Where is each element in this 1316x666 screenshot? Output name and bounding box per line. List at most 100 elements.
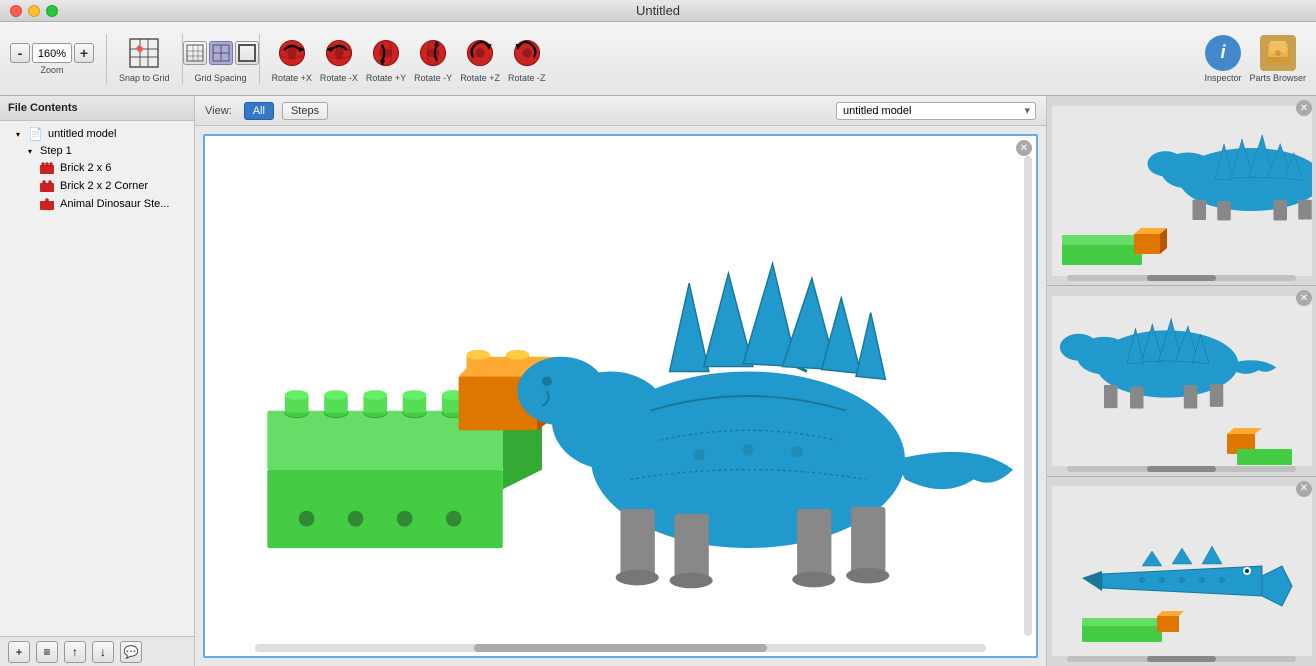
brick-icon-1 <box>40 161 56 175</box>
viewport-scrollbar-h[interactable] <box>255 644 986 652</box>
zoom-value: 160% <box>32 43 72 63</box>
panel-scrollbar-2[interactable] <box>1067 466 1296 472</box>
panel-content-2 <box>1047 286 1316 475</box>
panel-section-2: ✕ <box>1047 286 1316 476</box>
zoom-plus-button[interactable]: + <box>74 43 94 63</box>
panel-section-1: ✕ <box>1047 96 1316 286</box>
tree-brick1-label: Brick 2 x 6 <box>60 162 111 174</box>
add-button[interactable]: + <box>8 641 30 663</box>
move-down-button[interactable]: ↓ <box>92 641 114 663</box>
rotate-nx-label: Rotate -X <box>320 73 358 83</box>
panel-scrollbar-3[interactable] <box>1067 656 1296 662</box>
rotate-py-button[interactable]: Rotate +Y <box>366 35 406 83</box>
grid-large-icon[interactable] <box>235 41 259 65</box>
rotate-px-label: Rotate +X <box>272 73 312 83</box>
panel-scrollbar-thumb-2 <box>1147 466 1216 472</box>
model-selector[interactable]: untitled model <box>836 102 1036 120</box>
viewport-close-button[interactable]: ✕ <box>1016 140 1032 156</box>
panel-scrollbar-thumb-1 <box>1147 275 1216 281</box>
titlebar: Untitled <box>0 0 1316 22</box>
grid-spacing-button[interactable]: Grid Spacing <box>195 35 247 83</box>
comment-button[interactable]: 💬 <box>120 641 142 663</box>
inspector-icon: i <box>1205 35 1241 71</box>
zoom-group: - 160% + Zoom <box>10 43 94 75</box>
panel-scrollbar-1[interactable] <box>1067 275 1296 281</box>
panel-svg-1 <box>1052 106 1312 276</box>
move-up-button[interactable]: ↑ <box>64 641 86 663</box>
panel-svg-2 <box>1052 296 1312 466</box>
brick-icon-2 <box>40 179 56 193</box>
rotate-nx-button[interactable]: Rotate -X <box>320 35 358 83</box>
tree-item-step1[interactable]: ▾ Step 1 <box>0 143 194 159</box>
toolbar: - 160% + Zoom Snap to Grid <box>0 22 1316 96</box>
rotate-ny-button[interactable]: Rotate -Y <box>414 35 452 83</box>
viewport-scrollbar-thumb <box>474 644 766 652</box>
rotate-py-label: Rotate +Y <box>366 73 406 83</box>
rotate-px-icon <box>274 35 310 71</box>
rotate-nz-button[interactable]: Rotate -Z <box>508 35 546 83</box>
rotate-nz-icon <box>509 35 545 71</box>
viewport-scrollbar-v[interactable] <box>1024 156 1032 636</box>
zoom-minus-button[interactable]: - <box>10 43 30 63</box>
parts-browser-icon <box>1260 35 1296 71</box>
inspector-button[interactable]: i Inspector <box>1204 35 1241 83</box>
rotate-nx-icon <box>321 35 357 71</box>
close-button[interactable] <box>10 5 22 17</box>
tree-item-dino[interactable]: Animal Dinosaur Ste... <box>0 195 194 213</box>
tree-item-brick2[interactable]: Brick 2 x 2 Corner <box>0 177 194 195</box>
view-all-button[interactable]: All <box>244 102 274 120</box>
tree-model-label: untitled model <box>48 128 117 140</box>
scene-svg <box>205 136 1036 656</box>
rotate-nz-label: Rotate -Z <box>508 73 546 83</box>
divider-1 <box>106 34 107 84</box>
snap-to-grid-label: Snap to Grid <box>119 73 170 83</box>
sidebar-header: File Contents <box>0 96 194 121</box>
panel-scrollbar-thumb-3 <box>1147 656 1216 662</box>
panel-content-3 <box>1047 477 1316 666</box>
model-selector-wrap: untitled model <box>836 102 1036 120</box>
tree-brick2-label: Brick 2 x 2 Corner <box>60 180 148 192</box>
grid-spacing-label: Grid Spacing <box>195 73 247 83</box>
titlebar-controls <box>10 5 58 17</box>
rotate-px-button[interactable]: Rotate +X <box>272 35 312 83</box>
inspector-label: Inspector <box>1204 73 1241 83</box>
canvas-toolbar: View: All Steps untitled model <box>195 96 1046 126</box>
grid-small-icon[interactable] <box>183 41 207 65</box>
rotate-py-icon <box>368 35 404 71</box>
maximize-button[interactable] <box>46 5 58 17</box>
canvas-area: View: All Steps untitled model ✕ <box>195 96 1046 666</box>
menu-button[interactable]: ≡ <box>36 641 58 663</box>
tree-arrow: ▾ <box>16 130 28 139</box>
rotate-pz-label: Rotate +Z <box>460 73 500 83</box>
panel-svg-3 <box>1052 486 1312 656</box>
snap-to-grid-button[interactable]: Snap to Grid <box>119 35 170 83</box>
panel-close-1[interactable]: ✕ <box>1296 100 1312 116</box>
rotate-pz-button[interactable]: Rotate +Z <box>460 35 500 83</box>
sidebar: File Contents ▾ 📄 untitled model ▾ Step … <box>0 96 195 666</box>
sidebar-footer: + ≡ ↑ ↓ 💬 <box>0 636 194 666</box>
tree-item-model[interactable]: ▾ 📄 untitled model <box>0 125 194 143</box>
parts-browser-button[interactable]: Parts Browser <box>1249 35 1306 83</box>
app-title: Untitled <box>636 3 680 18</box>
tree-arrow-step: ▾ <box>28 147 40 156</box>
main-content: File Contents ▾ 📄 untitled model ▾ Step … <box>0 96 1316 666</box>
zoom-label: Zoom <box>40 65 63 75</box>
minimize-button[interactable] <box>28 5 40 17</box>
panel-section-3: ✕ <box>1047 477 1316 666</box>
rotate-pz-icon <box>462 35 498 71</box>
dino-icon <box>40 197 56 211</box>
file-icon: 📄 <box>28 127 44 141</box>
panel-close-3[interactable]: ✕ <box>1296 481 1312 497</box>
snap-to-grid-icon <box>126 35 162 71</box>
zoom-controls: - 160% + <box>10 43 94 63</box>
rotate-ny-label: Rotate -Y <box>414 73 452 83</box>
sidebar-tree: ▾ 📄 untitled model ▾ Step 1 <box>0 121 194 636</box>
grid-medium-icon[interactable] <box>209 41 233 65</box>
tree-item-brick1[interactable]: Brick 2 x 6 <box>0 159 194 177</box>
rotate-ny-icon <box>415 35 451 71</box>
divider-3 <box>259 34 260 84</box>
panel-content-1 <box>1047 96 1316 285</box>
view-steps-button[interactable]: Steps <box>282 102 328 120</box>
viewport[interactable]: ✕ <box>203 134 1038 658</box>
tree-step-label: Step 1 <box>40 145 72 157</box>
